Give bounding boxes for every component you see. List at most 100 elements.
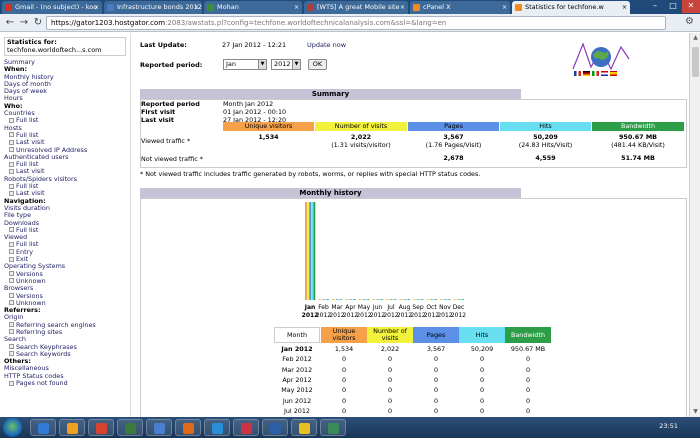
chart-bar [334, 299, 336, 300]
chart-bar [413, 299, 415, 300]
chart-tick-month: Dec [453, 304, 465, 311]
reported-period-row-value: Month Jan 2012 [223, 100, 274, 108]
list-icon [9, 249, 14, 255]
update-now-link[interactable]: Update now [307, 41, 346, 49]
main-content: Last Update: 27 Jan 2012 - 12:21 Update … [131, 33, 689, 417]
list-icon [9, 351, 14, 357]
back-icon[interactable]: ← [3, 16, 17, 30]
chart-bar [365, 299, 368, 300]
chart-tick-month: Jun [372, 304, 383, 311]
taskbar-app-button[interactable] [233, 419, 259, 436]
browser-tab[interactable]: Statistics for techfone.w × [512, 1, 630, 14]
reload-icon[interactable]: ↻ [31, 16, 45, 30]
table-cell: 3,567 [426, 345, 446, 353]
sidebar-title-box: Statistics for: techfone.worldoftech...s… [4, 37, 126, 56]
scroll-up-icon[interactable]: ▲ [690, 33, 700, 43]
tab-close-icon[interactable]: × [502, 1, 507, 14]
address-bar[interactable]: https://gator1203.hostgator.com:2083/aws… [46, 16, 666, 30]
tab-close-icon[interactable]: × [94, 1, 99, 14]
taskbar-app-button[interactable] [59, 419, 85, 436]
chart-bar [448, 299, 451, 300]
forward-icon[interactable]: → [17, 16, 31, 30]
list-icon [9, 293, 14, 298]
chart-bar [401, 299, 404, 300]
start-button[interactable] [3, 418, 22, 437]
list-icon [9, 278, 14, 284]
table-cell: 0 [341, 396, 347, 405]
flag-es-icon[interactable] [610, 71, 617, 76]
app-icon [38, 423, 49, 434]
taskbar-app-button[interactable] [291, 419, 317, 436]
taskbar-app-button[interactable] [30, 419, 56, 436]
minimize-icon[interactable]: – [646, 0, 664, 13]
browser-tab[interactable]: [WTS] A great Mobile site × [304, 1, 408, 14]
tab-close-icon[interactable]: × [622, 1, 627, 14]
chart-bar [374, 299, 377, 300]
ok-button[interactable]: OK [308, 59, 327, 70]
browser-tab[interactable]: Mohan × [204, 1, 302, 14]
browser-tab[interactable]: Gmail - (no subject) - koo × [2, 1, 102, 14]
taskbar-app-button[interactable] [117, 419, 143, 436]
chart-tick-month: Nov [439, 304, 451, 311]
table-cell: 0 [387, 365, 393, 374]
table-cell: 0 [341, 406, 347, 415]
table-column-header: Number of visits [367, 327, 413, 343]
tab-label: Mohan [217, 3, 239, 11]
table-cell: 0 [525, 355, 531, 364]
year-select[interactable]: 2012 ▼ [271, 59, 301, 70]
month-select[interactable]: Jan ▼ [223, 59, 267, 70]
summary-viewed-cell: 2,022 (1.31 visits/visitor) [315, 133, 407, 149]
summary-notviewed-value: 4,559 [535, 154, 556, 162]
close-window-icon[interactable]: ✕ [682, 0, 700, 13]
taskbar-app-button[interactable] [175, 419, 201, 436]
table-cell: 0 [433, 375, 439, 384]
chart-bar [415, 299, 417, 300]
taskbar-app-button[interactable] [262, 419, 288, 436]
table-cell: 0 [341, 365, 347, 374]
app-icon [183, 423, 194, 434]
table-cell: 0 [433, 396, 439, 405]
awstats-sidebar: Statistics for: techfone.worldoftech...s… [0, 33, 131, 417]
chart-bar [311, 202, 314, 300]
url-host: https://gator1203.hostgator.com [51, 19, 166, 27]
tab-favicon-icon [207, 4, 214, 11]
table-cell: 0 [479, 355, 485, 364]
summary-viewed-value: 1,534 [258, 133, 279, 141]
flag-de-icon[interactable] [583, 71, 590, 76]
vertical-scrollbar[interactable]: ▲ ▼ [689, 33, 700, 417]
scroll-down-icon[interactable]: ▼ [690, 407, 700, 417]
flag-it-icon[interactable] [592, 71, 599, 76]
chart-bar [432, 299, 435, 300]
scroll-thumb[interactable] [692, 47, 699, 77]
table-cell: 0 [479, 386, 485, 395]
maximize-icon[interactable]: □ [664, 0, 682, 13]
app-icon [299, 423, 310, 434]
flag-nl-icon[interactable] [601, 71, 608, 76]
chart-bar [390, 299, 393, 300]
table-cell: 0 [525, 406, 531, 415]
wrench-icon[interactable]: ⚙ [685, 16, 694, 27]
chart-bar [434, 299, 437, 300]
flag-fr-icon[interactable] [574, 71, 581, 76]
list-icon [9, 322, 14, 328]
sidebar-sublink[interactable]: Pages not found [0, 379, 130, 387]
chart-bar [446, 299, 449, 300]
app-icon [154, 423, 165, 434]
list-icon [9, 271, 14, 277]
tab-close-icon[interactable]: × [400, 1, 405, 14]
table-cell: 0 [341, 386, 347, 395]
taskbar-app-button[interactable] [204, 419, 230, 436]
tab-close-icon[interactable]: × [294, 1, 299, 14]
chart-bar [394, 299, 397, 300]
chart-bar [351, 299, 354, 300]
summary-viewed-cell: 3,567 (1.76 Pages/Visit) [408, 133, 499, 149]
browser-tab[interactable]: cPanel X × [410, 1, 510, 14]
taskbar-app-button[interactable] [146, 419, 172, 436]
table-cell: Jun 2012 [282, 396, 312, 405]
browser-tab[interactable]: Infrastructure bonds 2012 × [104, 1, 202, 14]
tab-close-icon[interactable]: × [194, 1, 199, 14]
last-update-label: Last Update: [140, 41, 187, 49]
taskbar-app-button[interactable] [88, 419, 114, 436]
taskbar-app-button[interactable] [320, 419, 346, 436]
chart-bar [457, 299, 460, 300]
